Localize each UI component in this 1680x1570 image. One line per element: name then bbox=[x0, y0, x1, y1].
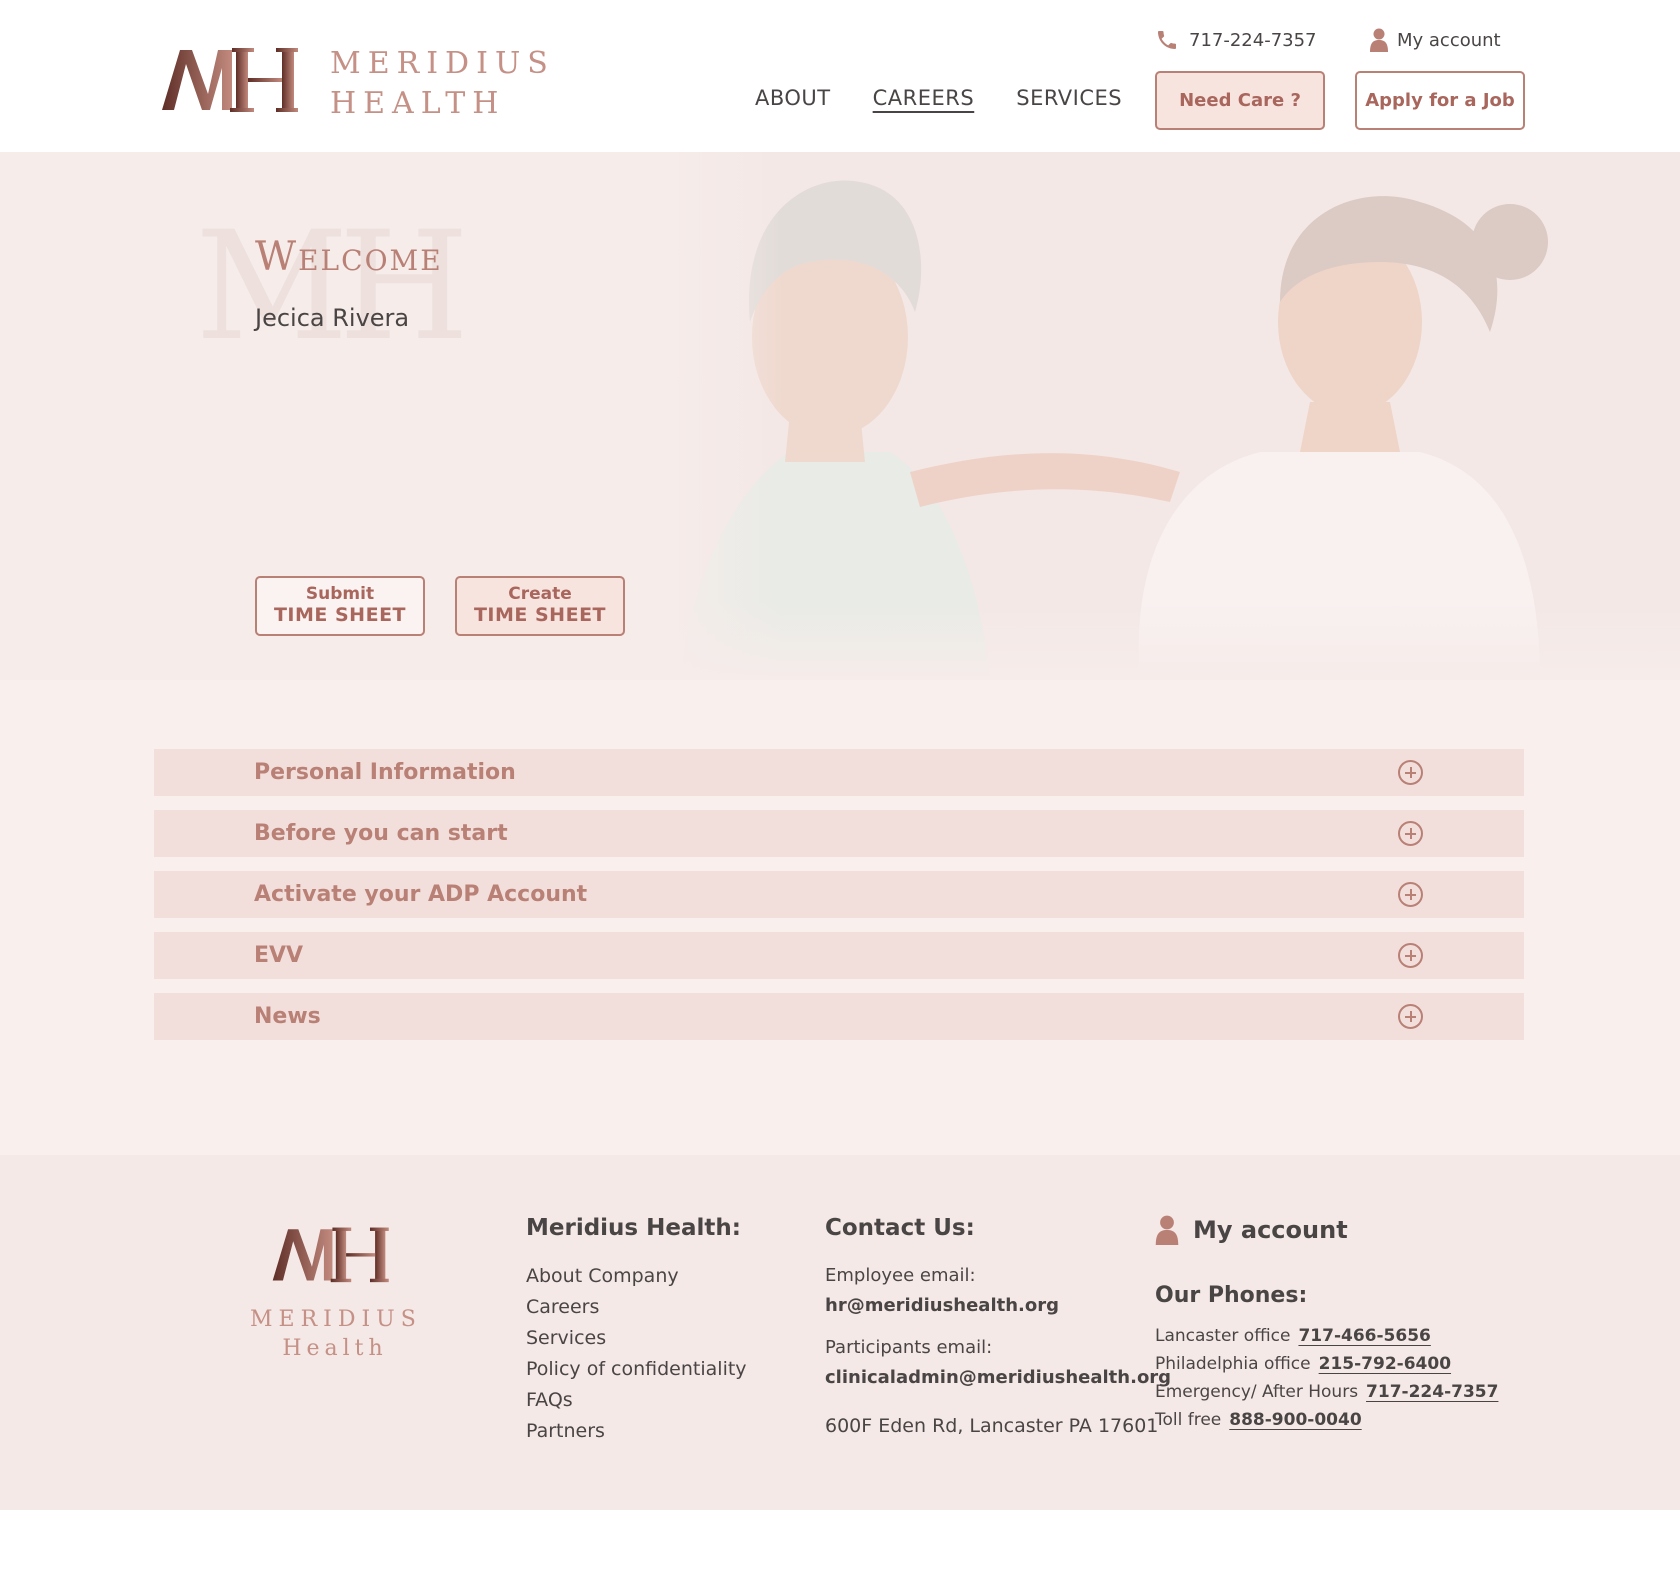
header-phone-number: 717-224-7357 bbox=[1189, 29, 1317, 51]
brand-name: MERIDIUS HEALTH bbox=[330, 44, 555, 124]
footer-brand-line1: MERIDIUS bbox=[250, 1307, 422, 1332]
create-timesheet-small: Create bbox=[508, 584, 572, 605]
accordion-label: Activate your ADP Account bbox=[254, 882, 588, 907]
accordion-label: Personal Information bbox=[254, 760, 516, 785]
footer-company-column: Meridius Health: About Company Careers S… bbox=[526, 1215, 747, 1447]
accordion-label: EVV bbox=[254, 943, 304, 968]
user-name: Jecica Rivera bbox=[255, 304, 410, 332]
footer-link-faqs[interactable]: FAQs bbox=[526, 1385, 747, 1416]
main-nav: ABOUT CAREERS SERVICES bbox=[755, 86, 1122, 110]
submit-timesheet-big: TIME SHEET bbox=[273, 603, 407, 626]
phone-number-link[interactable]: 888-900-0040 bbox=[1229, 1410, 1361, 1430]
site-footer: MERIDIUS Health Meridius Health: About C… bbox=[0, 1155, 1680, 1510]
phone-label: Toll free bbox=[1155, 1410, 1222, 1430]
plus-circle-icon[interactable] bbox=[1398, 943, 1423, 968]
footer-address: 600F Eden Rd, Lancaster PA 17601 bbox=[825, 1415, 1159, 1437]
caregiver-photo bbox=[660, 152, 1680, 680]
brand-line1: MERIDIUS bbox=[330, 46, 555, 81]
accordion-news[interactable]: News bbox=[154, 993, 1524, 1040]
mh-monogram-icon bbox=[272, 1227, 389, 1283]
phone-number-link[interactable]: 215-792-6400 bbox=[1319, 1354, 1451, 1374]
footer-account-label: My account bbox=[1193, 1216, 1348, 1244]
footer-account-link[interactable]: My account bbox=[1155, 1215, 1498, 1245]
phone-label: Philadelphia office bbox=[1155, 1354, 1311, 1374]
phone-number-link[interactable]: 717-224-7357 bbox=[1366, 1382, 1498, 1402]
header-account-label: My account bbox=[1397, 29, 1501, 51]
user-icon bbox=[1370, 28, 1388, 52]
footer-logo[interactable]: MERIDIUS Health bbox=[250, 1225, 420, 1361]
accordion-personal-information[interactable]: Personal Information bbox=[154, 749, 1524, 796]
plus-circle-icon[interactable] bbox=[1398, 760, 1423, 785]
footer-link-about[interactable]: About Company bbox=[526, 1261, 747, 1292]
need-care-button[interactable]: Need Care ? bbox=[1155, 71, 1325, 130]
accordion-evv[interactable]: EVV bbox=[154, 932, 1524, 979]
accordion-adp-account[interactable]: Activate your ADP Account bbox=[154, 871, 1524, 918]
header-phone-link[interactable]: 717-224-7357 bbox=[1155, 28, 1317, 52]
participants-email-label: Participants email: bbox=[825, 1337, 993, 1358]
nav-about[interactable]: ABOUT bbox=[755, 86, 831, 110]
participants-email-link[interactable]: clinicaladmin@meridiushealth.org bbox=[825, 1363, 1171, 1393]
plus-circle-icon[interactable] bbox=[1398, 1004, 1423, 1029]
header-account-link[interactable]: My account bbox=[1370, 28, 1501, 52]
user-icon bbox=[1155, 1215, 1179, 1245]
footer-link-services[interactable]: Services bbox=[526, 1323, 747, 1354]
brand-logo[interactable]: MERIDIUS HEALTH bbox=[160, 44, 548, 121]
accordion-section: Personal Information Before you can star… bbox=[0, 680, 1680, 1155]
plus-circle-icon[interactable] bbox=[1398, 882, 1423, 907]
phone-row-lancaster: Lancaster office 717-466-5656 bbox=[1155, 1322, 1498, 1350]
plus-circle-icon[interactable] bbox=[1398, 821, 1423, 846]
accordion-before-you-start[interactable]: Before you can start bbox=[154, 810, 1524, 857]
mh-monogram-icon bbox=[162, 48, 298, 112]
brand-line2: HEALTH bbox=[330, 86, 506, 121]
employee-email-link[interactable]: hr@meridiushealth.org bbox=[825, 1291, 1171, 1321]
welcome-heading: Welcome bbox=[255, 234, 443, 280]
phone-row-toll-free: Toll free 888-900-0040 bbox=[1155, 1406, 1498, 1434]
submit-timesheet-small: Submit bbox=[305, 584, 375, 605]
phone-row-emergency: Emergency/ After Hours 717-224-7357 bbox=[1155, 1378, 1498, 1406]
site-header: MERIDIUS HEALTH 717-224-7357 My account … bbox=[0, 0, 1680, 152]
create-timesheet-big: TIME SHEET bbox=[473, 603, 607, 626]
accordion-label: News bbox=[254, 1004, 321, 1029]
phones-heading: Our Phones: bbox=[1155, 1283, 1308, 1308]
footer-brand-line2: Health bbox=[282, 1336, 388, 1361]
footer-contact-heading: Contact Us: bbox=[825, 1215, 975, 1241]
phone-icon bbox=[1158, 31, 1176, 49]
employee-email-label: Employee email: bbox=[825, 1265, 976, 1286]
footer-company-heading: Meridius Health: bbox=[526, 1215, 741, 1241]
phone-label: Emergency/ After Hours bbox=[1155, 1382, 1359, 1402]
accordion-label: Before you can start bbox=[254, 821, 508, 846]
footer-link-partners[interactable]: Partners bbox=[526, 1416, 747, 1447]
phone-number-link[interactable]: 717-466-5656 bbox=[1298, 1326, 1430, 1346]
create-timesheet-button[interactable]: Create TIME SHEET bbox=[455, 576, 625, 636]
phone-label: Lancaster office bbox=[1155, 1326, 1291, 1346]
footer-link-policy[interactable]: Policy of confidentiality bbox=[526, 1354, 747, 1385]
hero-banner: MH Welcome Jecica Rivera Submit TIME SHE… bbox=[0, 152, 1680, 680]
nav-careers[interactable]: CAREERS bbox=[873, 86, 975, 110]
phone-row-philadelphia: Philadelphia office 215-792-6400 bbox=[1155, 1350, 1498, 1378]
footer-link-careers[interactable]: Careers bbox=[526, 1292, 747, 1323]
submit-timesheet-button[interactable]: Submit TIME SHEET bbox=[255, 576, 425, 636]
apply-job-button[interactable]: Apply for a Job bbox=[1355, 71, 1525, 130]
footer-contact-column: Contact Us: Employee email: hr@meridiush… bbox=[825, 1215, 1171, 1441]
footer-account-column: My account Our Phones: Lancaster office 7… bbox=[1155, 1215, 1498, 1434]
nav-services[interactable]: SERVICES bbox=[1016, 86, 1122, 110]
